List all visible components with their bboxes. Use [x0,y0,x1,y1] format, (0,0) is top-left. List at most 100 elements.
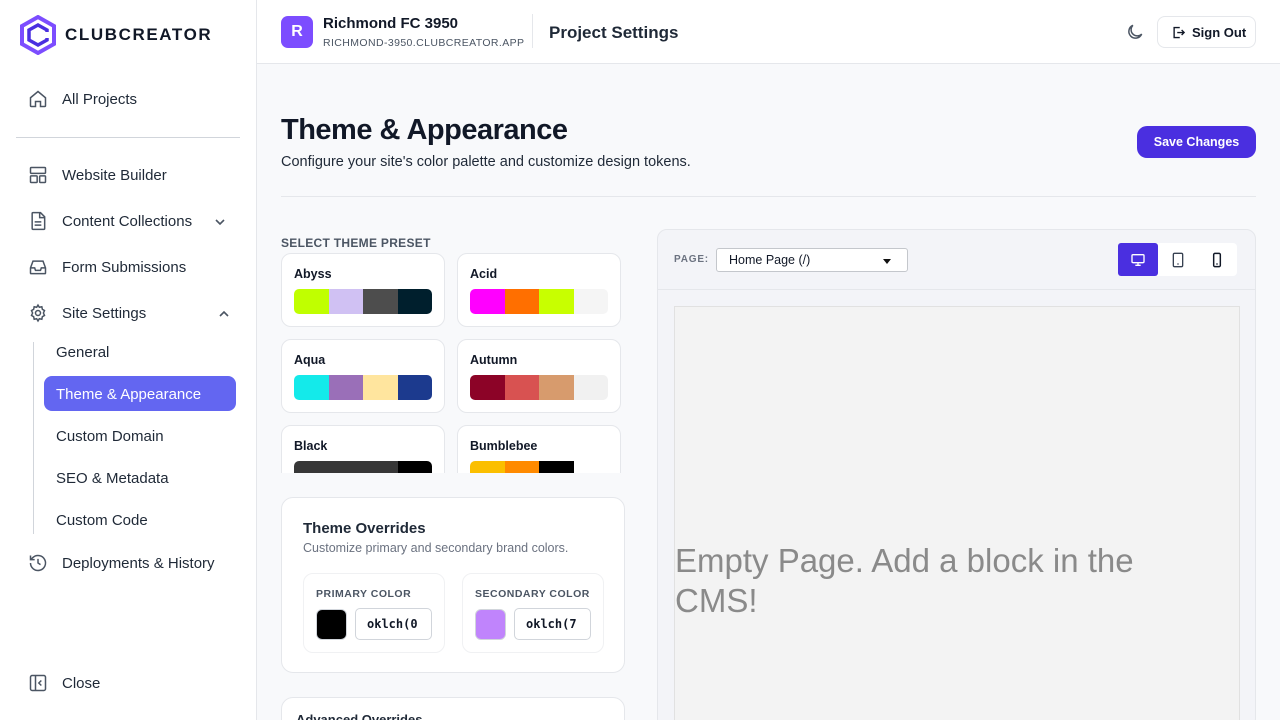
page-subtitle: Configure your site's color palette and … [281,154,691,170]
close-sidebar-button[interactable]: Close [28,673,100,693]
theme-overrides-card: Theme Overrides Customize primary and se… [281,497,625,673]
swatch [539,461,574,473]
preset-swatches [294,461,432,473]
nav-content-collections-label: Content Collections [62,212,193,230]
swatch [573,375,608,400]
chevron-down-icon[interactable] [213,215,227,229]
swatch [470,461,505,473]
preset-card-aqua[interactable]: Aqua [281,339,445,413]
history-icon [29,554,47,572]
sub-item-custom-code[interactable]: Custom Code [56,512,148,529]
sidebar: CLUBCREATOR All Projects Website Builder… [0,0,257,720]
preset-card-abyss[interactable]: Abyss [281,253,445,327]
swatch [504,289,539,314]
swatch [294,375,329,400]
swatch [328,375,363,400]
preset-name: Aqua [294,353,326,367]
swatch [539,375,574,400]
mobile-view-button[interactable] [1197,243,1237,276]
advanced-overrides-title: Advanced Overrides [296,712,423,720]
sign-out-icon [1173,26,1186,38]
preset-card-autumn[interactable]: Autumn [457,339,621,413]
secondary-color-swatch[interactable] [475,609,506,640]
preset-card-bumblebee[interactable]: Bumblebee [457,425,621,473]
project-name: Richmond FC 3950 [323,15,459,32]
nav-website-builder[interactable]: Website Builder [28,165,167,185]
sub-item-seo-metadata[interactable]: SEO & Metadata [56,470,169,487]
sign-out-button[interactable]: Sign Out [1157,16,1256,48]
preset-swatches [294,289,432,314]
caret-down-icon [883,259,891,264]
swatch [573,461,608,473]
nav-form-submissions-label: Form Submissions [62,258,187,276]
preset-swatches [470,375,608,400]
overrides-title: Theme Overrides [303,520,426,537]
primary-color-label: PRIMARY COLOR [316,588,412,600]
preset-card-black[interactable]: Black [281,425,445,473]
brand-name: CLUBCREATOR [65,25,213,44]
tablet-icon [1172,252,1183,267]
advanced-overrides-card[interactable]: Advanced Overrides [281,697,625,720]
nav-all-projects[interactable]: All Projects [28,89,137,109]
preset-name: Black [294,439,328,453]
preset-grid[interactable]: Abyss Acid Aqua Autumn Black Bumblebee [281,253,625,473]
nav-deployments-history[interactable]: Deployments & History [28,553,215,573]
primary-color-swatch[interactable] [316,609,347,640]
page-select-value: Home Page (/) [729,253,811,267]
document-icon [31,211,46,231]
preset-swatches [294,375,432,400]
swatch [397,461,432,473]
sidebar-divider [16,137,240,138]
secondary-color-label: SECONDARY COLOR [475,588,590,600]
page-select-label: PAGE: [674,254,709,265]
close-label: Close [62,674,101,692]
preset-swatches [470,461,608,473]
desktop-icon [1131,253,1145,266]
primary-color-box: PRIMARY COLOR [303,573,445,653]
gear-icon [30,303,46,323]
sub-item-general[interactable]: General [56,344,109,361]
nav-form-submissions[interactable]: Form Submissions [28,257,186,277]
nav-website-builder-label: Website Builder [62,166,167,184]
layout-icon [29,166,47,184]
preset-section-label: SELECT THEME PRESET [281,236,431,250]
submenu-line [33,342,34,534]
swatch [294,461,329,473]
preview-toolbar: PAGE: Home Page (/) [658,230,1255,290]
project-avatar[interactable]: R [281,16,313,48]
primary-color-input[interactable] [355,608,432,640]
preview-panel: PAGE: Home Page (/) Empty Page. Add a bl… [657,229,1256,720]
page-select[interactable]: Home Page (/) [716,248,908,272]
moon-icon[interactable] [1125,22,1145,42]
clubcreator-logo-icon [20,15,56,55]
inbox-icon [29,260,47,275]
nav-content-collections[interactable]: Content Collections [28,211,192,231]
sign-out-label: Sign Out [1192,24,1247,40]
mobile-icon [1213,252,1222,267]
swatch [294,289,329,314]
preset-name: Bumblebee [470,439,538,453]
section-title: Project Settings [549,23,679,42]
topbar: R Richmond FC 3950 RICHMOND-3950.CLUBCRE… [257,0,1280,64]
panel-collapse-icon [29,674,47,692]
preset-card-acid[interactable]: Acid [457,253,621,327]
secondary-color-input[interactable] [514,608,591,640]
header-divider [281,196,1256,197]
swatch [470,289,505,314]
sub-item-custom-domain[interactable]: Custom Domain [56,428,164,445]
topbar-separator [532,14,533,48]
tablet-view-button[interactable] [1158,243,1198,276]
chevron-up-icon[interactable] [217,307,231,321]
preview-canvas: Empty Page. Add a block in the CMS! [674,306,1240,720]
sub-item-theme-appearance[interactable]: Theme & Appearance [44,376,236,411]
overrides-subtitle: Customize primary and secondary brand co… [303,541,569,555]
desktop-view-button[interactable] [1118,243,1158,276]
swatch [363,289,398,314]
logo[interactable]: CLUBCREATOR [19,15,212,55]
nav-site-settings[interactable]: Site Settings [28,303,146,323]
project-url[interactable]: RICHMOND-3950.CLUBCREATOR.APP [323,37,524,49]
preset-name: Autumn [470,353,518,367]
swatch [363,375,398,400]
device-toggle-group [1118,243,1237,276]
save-changes-button[interactable]: Save Changes [1137,126,1256,158]
